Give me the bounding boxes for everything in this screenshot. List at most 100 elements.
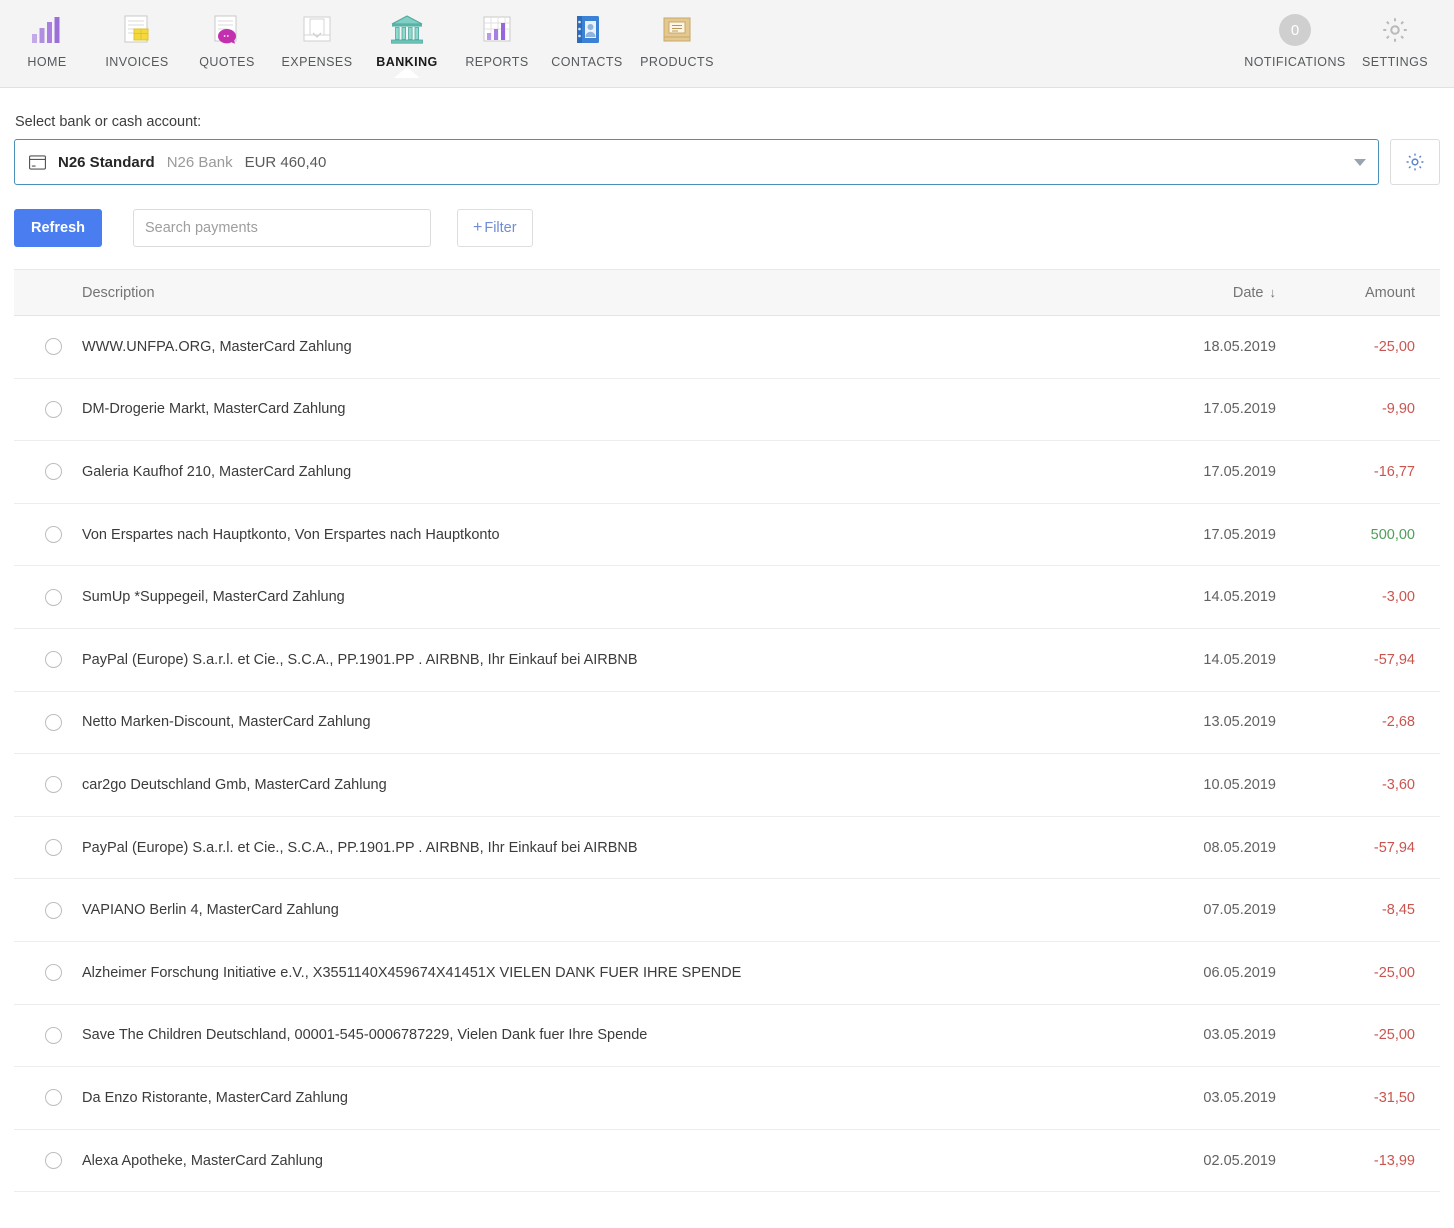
cell-amount: -57,94 xyxy=(1373,651,1415,668)
cell-date: 14.05.2019 xyxy=(1203,589,1276,606)
nav-item-settings[interactable]: SETTINGS xyxy=(1350,0,1440,69)
table-row[interactable]: SumUp *Suppegeil, MasterCard Zahlung 14.0… xyxy=(14,566,1440,629)
cell-date: 03.05.2019 xyxy=(1203,1089,1276,1106)
cell-description: Galeria Kaufhof 210, MasterCard Zahlung xyxy=(82,463,352,480)
row-select-radio[interactable] xyxy=(45,1026,62,1044)
cell-date: 17.05.2019 xyxy=(1203,526,1276,543)
nav-primary-items: HOME INVOICES QUOTES EXPENSES BANKING RE… xyxy=(0,0,722,78)
chevron-down-icon[interactable] xyxy=(1354,158,1366,166)
account-select-dropdown[interactable]: N26 Standard N26 Bank EUR 460,40 xyxy=(14,139,1379,185)
cell-amount: -16,77 xyxy=(1373,463,1415,480)
notifications-badge-icon: 0 xyxy=(1275,11,1315,49)
cell-amount: -3,60 xyxy=(1381,776,1415,793)
cell-description: Save The Children Deutschland, 00001-545… xyxy=(82,1027,648,1044)
cell-amount: -2,68 xyxy=(1381,714,1415,731)
row-select-radio[interactable] xyxy=(45,901,62,919)
nav-item-banking[interactable]: BANKING xyxy=(362,0,452,78)
cell-amount: -25,00 xyxy=(1373,1027,1415,1044)
table-row[interactable]: Alzheimer Forschung Initiative e.V., X35… xyxy=(14,942,1440,1005)
nav-item-home[interactable]: HOME xyxy=(2,0,92,69)
row-select-radio[interactable] xyxy=(45,713,62,731)
row-select-cell xyxy=(14,964,68,982)
cell-amount: -13,99 xyxy=(1373,1152,1415,1169)
notification-count: 0 xyxy=(1279,14,1311,46)
row-select-radio[interactable] xyxy=(45,338,62,356)
search-payments-input[interactable] xyxy=(133,209,431,247)
table-row[interactable]: Von Erspartes nach Hauptkonto, Von Erspa… xyxy=(14,504,1440,567)
table-row[interactable]: Alexa Apotheke, MasterCard Zahlung 02.05.… xyxy=(14,1130,1440,1193)
filter-button-label: Filter xyxy=(484,220,517,236)
row-select-cell xyxy=(14,713,68,731)
table-row[interactable]: PayPal (Europe) S.a.r.l. et Cie., S.C.A.… xyxy=(14,629,1440,692)
cell-date: 17.05.2019 xyxy=(1203,463,1276,480)
nav-label-settings: SETTINGS xyxy=(1361,55,1429,69)
row-select-radio[interactable] xyxy=(45,776,62,794)
expenses-receipt-icon xyxy=(297,11,337,49)
row-select-cell xyxy=(14,588,68,606)
cell-amount: -8,45 xyxy=(1381,902,1415,919)
table-row[interactable]: Galeria Kaufhof 210, MasterCard Zahlung 1… xyxy=(14,441,1440,504)
account-select-label: Select bank or cash account: xyxy=(15,114,202,130)
cell-amount: -9,90 xyxy=(1381,401,1415,418)
table-row[interactable]: WWW.UNFPA.ORG, MasterCard Zahlung 18.05.2… xyxy=(14,316,1440,379)
cell-date: 14.05.2019 xyxy=(1203,651,1276,668)
plus-icon: + xyxy=(473,219,483,236)
cell-description: DM-Drogerie Markt, MasterCard Zahlung xyxy=(82,401,346,418)
row-select-radio[interactable] xyxy=(45,463,62,481)
nav-item-notifications[interactable]: 0 NOTIFICATIONS xyxy=(1240,0,1350,69)
row-select-cell xyxy=(14,526,68,544)
cell-amount: -57,94 xyxy=(1373,839,1415,856)
column-header-description[interactable]: Description xyxy=(68,285,1070,301)
cell-date: 03.05.2019 xyxy=(1203,1027,1276,1044)
cell-description: Da Enzo Ristorante, MasterCard Zahlung xyxy=(82,1089,348,1106)
column-header-amount[interactable]: Amount xyxy=(1280,285,1440,301)
cell-description: car2go Deutschland Gmb, MasterCard Zahlu… xyxy=(82,776,387,793)
cell-description: WWW.UNFPA.ORG, MasterCard Zahlung xyxy=(82,338,352,355)
page-content: Select bank or cash account: N26 Standar… xyxy=(0,88,1454,1193)
table-row[interactable]: DM-Drogerie Markt, MasterCard Zahlung 17.… xyxy=(14,379,1440,442)
row-select-cell xyxy=(14,651,68,669)
nav-item-invoices[interactable]: INVOICES xyxy=(92,0,182,69)
account-name: N26 Standard xyxy=(58,153,155,171)
column-header-date[interactable]: Date ↓ xyxy=(1070,285,1280,301)
row-select-radio[interactable] xyxy=(45,526,62,544)
row-select-cell xyxy=(14,1152,68,1170)
products-box-icon xyxy=(657,11,697,49)
cell-date: 07.05.2019 xyxy=(1203,902,1276,919)
row-select-cell xyxy=(14,1026,68,1044)
bar-chart-icon xyxy=(27,11,67,49)
nav-item-expenses[interactable]: EXPENSES xyxy=(272,0,362,69)
table-row[interactable]: PayPal (Europe) S.a.r.l. et Cie., S.C.A.… xyxy=(14,817,1440,880)
table-row[interactable]: Netto Marken-Discount, MasterCard Zahlun… xyxy=(14,692,1440,755)
cell-amount: -3,00 xyxy=(1381,589,1415,606)
table-row[interactable]: Save The Children Deutschland, 00001-545… xyxy=(14,1005,1440,1068)
table-header-row: Description Date ↓ Amount xyxy=(14,270,1440,316)
table-row[interactable]: car2go Deutschland Gmb, MasterCard Zahlu… xyxy=(14,754,1440,817)
refresh-button[interactable]: Refresh xyxy=(14,209,102,247)
row-select-radio[interactable] xyxy=(45,651,62,669)
nav-item-products[interactable]: PRODUCTS xyxy=(632,0,722,69)
row-select-radio[interactable] xyxy=(45,400,62,418)
payments-toolbar: Refresh + Filter xyxy=(14,209,1440,247)
quote-speech-bubble-icon xyxy=(207,11,247,49)
row-select-radio[interactable] xyxy=(45,588,62,606)
row-select-radio[interactable] xyxy=(45,1152,62,1170)
table-row[interactable]: VAPIANO Berlin 4, MasterCard Zahlung 07.0… xyxy=(14,879,1440,942)
add-filter-button[interactable]: + Filter xyxy=(457,209,533,247)
nav-item-contacts[interactable]: CONTACTS xyxy=(542,0,632,69)
sort-descending-icon: ↓ xyxy=(1269,284,1277,300)
row-select-cell xyxy=(14,901,68,919)
row-select-radio[interactable] xyxy=(45,1089,62,1107)
table-row[interactable]: Da Enzo Ristorante, MasterCard Zahlung 03… xyxy=(14,1067,1440,1130)
column-header-date-label: Date xyxy=(1232,284,1264,301)
cell-description: Netto Marken-Discount, MasterCard Zahlun… xyxy=(82,714,371,731)
active-tab-pointer xyxy=(394,67,420,78)
row-select-radio[interactable] xyxy=(45,964,62,982)
table-body: WWW.UNFPA.ORG, MasterCard Zahlung 18.05.2… xyxy=(14,316,1440,1193)
nav-item-reports[interactable]: REPORTS xyxy=(452,0,542,69)
row-select-radio[interactable] xyxy=(45,839,62,857)
nav-item-quotes[interactable]: QUOTES xyxy=(182,0,272,69)
cell-amount: -31,50 xyxy=(1373,1089,1415,1106)
account-settings-button[interactable] xyxy=(1390,139,1440,185)
cell-description: Von Erspartes nach Hauptkonto, Von Erspa… xyxy=(82,526,500,543)
